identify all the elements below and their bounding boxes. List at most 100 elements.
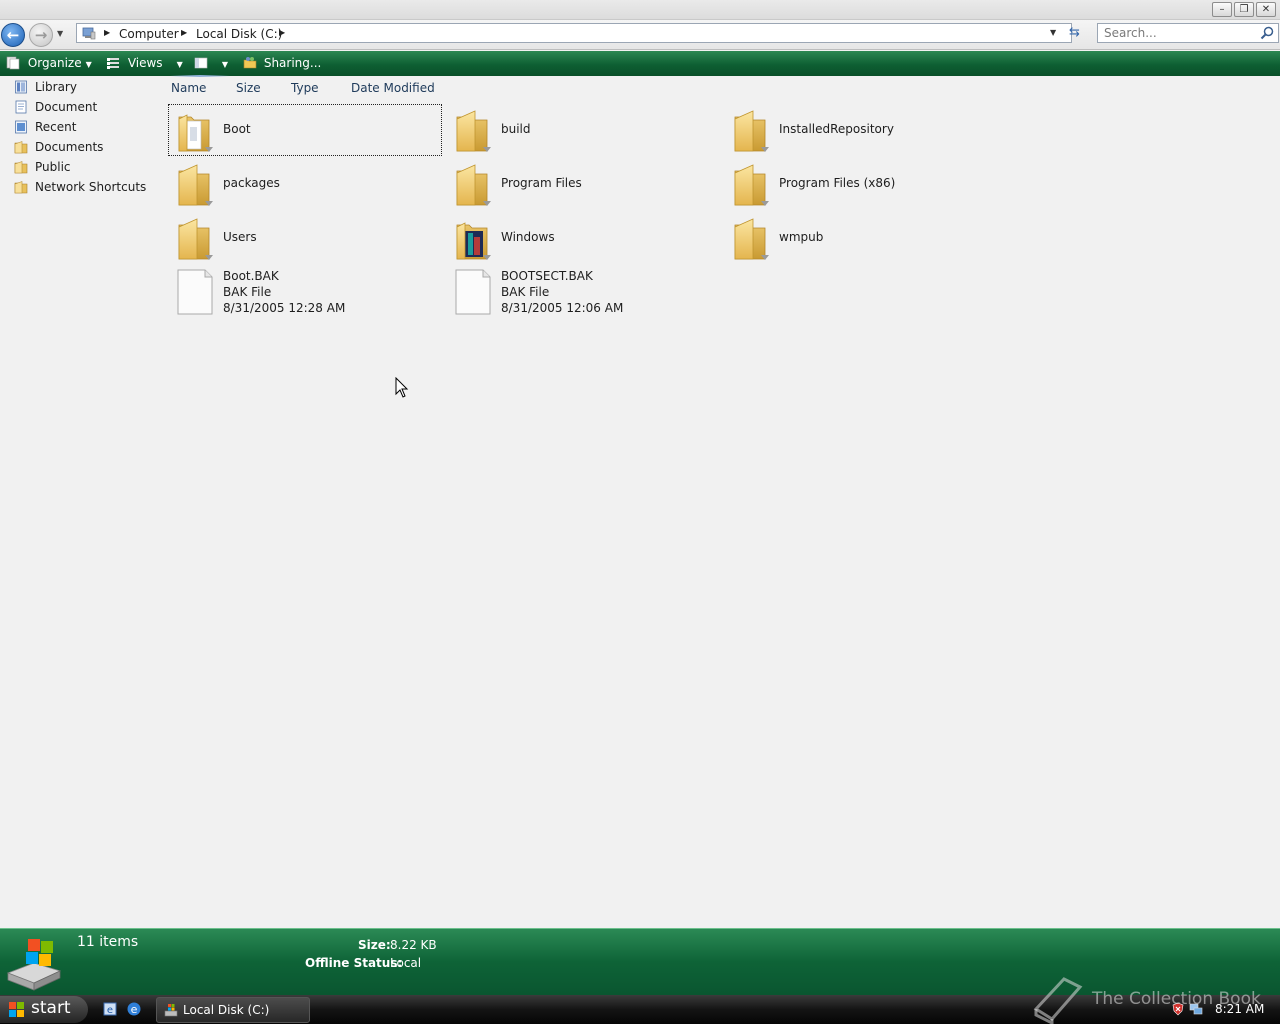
folder-item-users[interactable]: Users <box>169 213 441 263</box>
item-name: Boot <box>223 122 251 136</box>
size-label: Size: <box>358 938 391 952</box>
nav-item-public[interactable]: Public <box>14 158 154 176</box>
item-name: packages <box>223 176 280 190</box>
folder-icon <box>731 107 771 153</box>
nav-item-label: Library <box>35 80 77 94</box>
start-button[interactable]: start <box>0 996 88 1023</box>
back-button[interactable]: ← <box>1 23 25 47</box>
views-label: Views <box>127 56 163 70</box>
folder-item-program-files[interactable]: Program Files <box>447 159 719 209</box>
taskbar-button-label: Local Disk (C:) <box>183 1003 270 1017</box>
sort-indicator <box>170 75 230 77</box>
nav-item-label: Documents <box>35 140 104 154</box>
folder-item-build[interactable]: build <box>447 105 719 155</box>
refresh-icon[interactable]: ⇆ <box>1069 25 1080 40</box>
file-icon <box>175 269 215 315</box>
drive-icon <box>164 1004 178 1017</box>
library-icon <box>14 80 28 94</box>
breadcrumb-separator-icon[interactable]: ▶ <box>279 28 285 37</box>
organize-button[interactable]: Organize ▼ <box>6 55 92 72</box>
forward-button[interactable]: → <box>29 23 53 47</box>
organize-icon <box>6 56 20 70</box>
folder-icon <box>175 215 215 261</box>
item-type: BAK File <box>223 285 272 299</box>
mouse-cursor-icon <box>395 377 409 398</box>
folder-icon <box>14 160 28 174</box>
breadcrumb-local-disk[interactable]: Local Disk (C:) <box>196 27 282 41</box>
column-header-name[interactable]: Name <box>171 81 206 95</box>
file-item-boot-bak[interactable]: Boot.BAK BAK File 8/31/2005 12:28 AM <box>169 267 441 317</box>
command-toolbar: Organize ▼ Views ▼ ▼ Sharing... <box>0 51 1280 76</box>
views-icon <box>107 58 119 69</box>
sharing-label: Sharing... <box>263 56 322 70</box>
layout-button[interactable]: ▼ <box>194 55 228 72</box>
folder-icon <box>175 161 215 207</box>
address-history-dropdown-icon[interactable]: ▼ <box>1050 28 1056 37</box>
offline-status-label: Offline Status: <box>305 956 403 970</box>
folder-document-icon <box>175 107 215 153</box>
book-icon <box>1033 977 1083 1024</box>
svg-text:e: e <box>131 1003 138 1016</box>
column-header-type[interactable]: Type <box>291 81 319 95</box>
item-type: BAK File <box>501 285 550 299</box>
item-name: wmpub <box>779 230 824 244</box>
folder-icon <box>453 107 493 153</box>
column-header-date-modified[interactable]: Date Modified <box>351 81 435 95</box>
watermark: The Collection Book <box>1030 975 1280 1024</box>
nav-item-label: Public <box>35 160 71 174</box>
folder-item-packages[interactable]: packages <box>169 159 441 209</box>
breadcrumb-separator-icon[interactable]: ▶ <box>181 28 187 37</box>
svg-text:e: e <box>107 1005 113 1016</box>
folder-item-wmpub[interactable]: wmpub <box>725 213 997 263</box>
folder-windows-icon <box>453 215 493 261</box>
item-name: Boot.BAK <box>223 269 279 283</box>
document-icon <box>14 100 28 114</box>
internet-explorer-icon[interactable]: e <box>126 1001 142 1017</box>
folder-icon <box>453 161 493 207</box>
quick-launch-browser-icon[interactable]: e <box>102 1001 118 1017</box>
sharing-button[interactable]: Sharing... <box>243 55 321 72</box>
folder-item-boot[interactable]: Boot <box>168 104 442 156</box>
offline-status-value: Local <box>390 956 422 970</box>
computer-icon <box>82 27 96 40</box>
close-button[interactable]: ✕ <box>1256 2 1276 17</box>
breadcrumb-computer[interactable]: Computer <box>119 27 179 41</box>
folder-item-program-files-x86[interactable]: Program Files (x86) <box>725 159 997 209</box>
search-icon[interactable] <box>1260 26 1274 40</box>
layout-icon <box>194 57 208 69</box>
window-title-bar: – ❐ ✕ <box>0 0 1280 20</box>
item-name: Windows <box>501 230 555 244</box>
item-name: Program Files <box>501 176 582 190</box>
nav-item-documents[interactable]: Documents <box>14 138 154 156</box>
item-date: 8/31/2005 12:28 AM <box>223 301 346 315</box>
nav-item-network-shortcuts[interactable]: Network Shortcuts <box>14 178 154 196</box>
nav-item-recent[interactable]: Recent <box>14 118 154 136</box>
nav-item-label: Network Shortcuts <box>35 180 147 194</box>
file-icon <box>453 269 493 315</box>
address-bar[interactable]: ▶ Computer ▶ Local Disk (C:) ▶ <box>76 23 1072 43</box>
restore-button[interactable]: ❐ <box>1234 2 1254 17</box>
column-header-size[interactable]: Size <box>236 81 261 95</box>
minimize-button[interactable]: – <box>1212 2 1232 17</box>
navigation-pane: Library Document Recent Documents Public… <box>0 76 160 928</box>
views-button[interactable]: Views ▼ <box>106 55 183 72</box>
folder-icon <box>731 161 771 207</box>
folder-item-installedrepository[interactable]: InstalledRepository <box>725 105 997 155</box>
nav-item-library[interactable]: Library <box>14 78 154 96</box>
start-label: start <box>31 998 71 1018</box>
file-item-bootsect-bak[interactable]: BOOTSECT.BAK BAK File 8/31/2005 12:06 AM <box>447 267 719 317</box>
recent-pages-dropdown-icon[interactable]: ▼ <box>57 29 63 38</box>
nav-item-label: Recent <box>35 120 77 134</box>
folder-item-windows[interactable]: Windows <box>447 213 719 263</box>
folder-icon <box>14 180 28 194</box>
item-name: build <box>501 122 531 136</box>
windows-logo-icon <box>9 1002 24 1017</box>
search-input[interactable] <box>1098 24 1256 42</box>
taskbar-button-local-disk[interactable]: Local Disk (C:) <box>156 997 310 1023</box>
breadcrumb-separator-icon[interactable]: ▶ <box>104 28 110 37</box>
nav-item-document[interactable]: Document <box>14 98 154 116</box>
folder-icon <box>731 215 771 261</box>
chevron-down-icon: ▼ <box>176 60 183 69</box>
search-box[interactable] <box>1097 23 1279 43</box>
organize-label: Organize <box>27 56 82 70</box>
